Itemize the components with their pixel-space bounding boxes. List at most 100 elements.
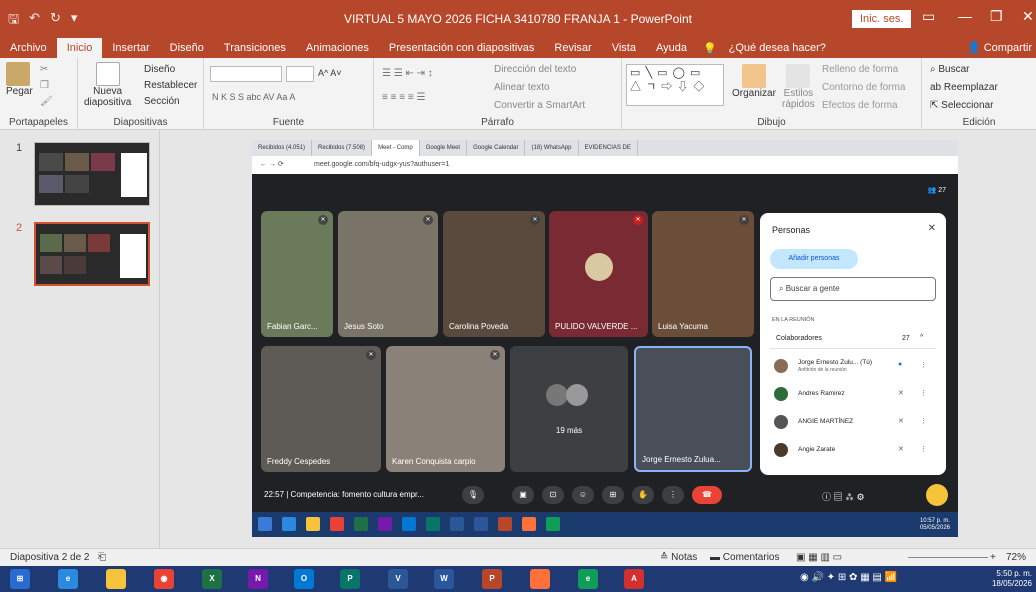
browser-tab: Recibidos (7.508) (312, 140, 373, 156)
firefox-icon[interactable] (530, 569, 550, 589)
slide-thumbnail-1[interactable] (34, 142, 150, 206)
layout-button[interactable]: Diseño (144, 64, 175, 75)
new-slide-label-1: Nueva (93, 86, 123, 97)
select-button[interactable]: ⇱ Seleccionar (930, 100, 993, 111)
share-button[interactable]: 👤 Compartir (967, 41, 1032, 54)
ie-icon[interactable]: e (58, 569, 78, 589)
mic-button[interactable]: 🎙 (462, 486, 484, 504)
avatar (585, 253, 613, 281)
activities-button[interactable] (926, 484, 948, 506)
quick-styles-button[interactable]: Estilos rápidos (782, 64, 815, 110)
paste-button[interactable]: Pegar (6, 62, 33, 97)
meeting-tools-icons[interactable]: ⓘ ▤ ⁂ ⚙ (822, 490, 865, 503)
text-direction-button[interactable]: Dirección del texto (494, 64, 576, 75)
system-tray-icons[interactable]: ◉ 🔊 ✦ ⊞ ✿ ▦ ▤ 📶 (800, 572, 897, 583)
close-icon[interactable]: ✕ (928, 223, 936, 234)
list-buttons[interactable]: ☰ ☰ ⇤ ⇥ ↕ (382, 68, 433, 79)
participant-row[interactable]: Andres Ramirez ✕ ⋮ (774, 387, 934, 403)
tab-inicio[interactable]: Inicio (56, 38, 103, 58)
tab-transiciones[interactable]: Transiciones (214, 38, 296, 58)
slide-canvas[interactable]: Recibidos (4.051) Recibidos (7.508) Meet… (252, 140, 958, 537)
font-size-box[interactable] (286, 66, 314, 82)
font-name-box[interactable] (210, 66, 282, 82)
close-icon[interactable]: ✕ (1022, 8, 1034, 25)
mic-off-icon: ✕ (898, 418, 904, 425)
outlook-icon[interactable]: O (294, 569, 314, 589)
more-icon[interactable]: ⋮ (920, 445, 927, 453)
windows-start-icon[interactable]: ⊞ (10, 569, 30, 589)
more-icon[interactable]: ⋮ (920, 417, 927, 425)
section-button[interactable]: Sección (144, 96, 180, 107)
maximize-icon[interactable]: ❐ (990, 8, 1003, 25)
publisher-icon[interactable]: P (340, 569, 360, 589)
participant-row[interactable]: Angie Zarate ✕ ⋮ (774, 443, 934, 459)
visio-icon[interactable]: V (388, 569, 408, 589)
arrange-button[interactable]: Organizar (732, 64, 776, 99)
tab-archivo[interactable]: Archivo (0, 38, 57, 58)
word-icon[interactable]: W (434, 569, 454, 589)
add-people-button[interactable]: Añadir personas (770, 249, 858, 269)
system-clock[interactable]: 5:50 p. m. 18/05/2026 (992, 569, 1032, 589)
participant-name: Karen Conquista carpio (392, 457, 476, 466)
video-tile: ✕ Luisa Yacuma (652, 211, 754, 337)
shape-fill-button[interactable]: Relleno de forma (822, 64, 898, 75)
cut-icon[interactable]: ✂ (40, 64, 48, 75)
reset-button[interactable]: Restablecer (144, 80, 197, 91)
tab-revisar[interactable]: Revisar (544, 38, 601, 58)
align-text-button[interactable]: Alinear texto (494, 82, 550, 93)
slide-thumbnail-2[interactable] (34, 222, 150, 286)
font-grow-shrink[interactable]: A^ A˅ (318, 68, 342, 78)
more-options-button[interactable]: ⋮ (662, 486, 684, 504)
tab-diseno[interactable]: Diseño (160, 38, 214, 58)
powerpoint-icon[interactable]: P (482, 569, 502, 589)
view-buttons[interactable]: ▣ ▦ ▥ ▭ (796, 552, 842, 563)
excel-icon[interactable]: X (202, 569, 222, 589)
shape-outline-button[interactable]: Contorno de forma (822, 82, 905, 93)
find-button[interactable]: ⌕ Buscar (930, 64, 970, 75)
clipboard-icon (6, 62, 30, 86)
new-slide-button[interactable]: Nueva diapositiva (84, 62, 131, 108)
zoom-in-icon[interactable]: + (990, 552, 996, 563)
captions-button[interactable]: ⊡ (542, 486, 564, 504)
folder-icon[interactable] (106, 569, 126, 589)
collaborators-header[interactable]: Colaboradores 27 ^ (770, 331, 936, 349)
tab-ayuda[interactable]: Ayuda (646, 38, 697, 58)
onenote-icon (378, 517, 392, 531)
shapes-gallery[interactable]: ▭ ╲ ▭ ◯ ▭ △ ㄱ ⇨ ⇩ ◇ (626, 64, 724, 106)
tab-vista[interactable]: Vista (602, 38, 646, 58)
ribbon-display-icon[interactable]: ▭ (922, 8, 935, 25)
chrome-icon[interactable]: ◉ (154, 569, 174, 589)
font-format-buttons[interactable]: N K S S abc AV Aa A (212, 92, 295, 102)
participant-row[interactable]: ANGIE MARTÍNEZ ✕ ⋮ (774, 415, 934, 431)
align-buttons[interactable]: ≡ ≡ ≡ ≡ ☰ (382, 92, 425, 103)
edge-icon[interactable]: e (578, 569, 598, 589)
notes-button[interactable]: ≙ Notas (660, 552, 697, 563)
acrobat-icon[interactable]: A (624, 569, 644, 589)
sign-in-button[interactable]: Inic. ses. (852, 10, 912, 28)
comments-button[interactable]: ▬ Comentarios (710, 552, 779, 563)
accessibility-icon[interactable]: ⎗ (98, 552, 106, 563)
more-icon[interactable]: ⋮ (920, 389, 927, 397)
raise-hand-button[interactable]: ✋ (632, 486, 654, 504)
convert-smartart-button[interactable]: Convertir a SmartArt (494, 100, 585, 111)
shape-effects-button[interactable]: Efectos de forma (822, 100, 898, 111)
more-participants-tile[interactable]: 19 más (510, 346, 628, 472)
more-icon[interactable]: ⋮ (920, 361, 927, 369)
zoom-slider[interactable] (908, 557, 988, 558)
copy-icon[interactable]: ❐ (40, 80, 49, 91)
format-painter-icon[interactable]: 🖌 (40, 96, 53, 107)
tab-presentacion[interactable]: Presentación con diapositivas (379, 38, 545, 58)
present-button[interactable]: ⊞ (602, 486, 624, 504)
tab-insertar[interactable]: Insertar (102, 38, 159, 58)
people-search-input[interactable]: ⌕ Buscar a gente (770, 277, 936, 301)
leave-call-button[interactable]: ☎ (692, 486, 722, 504)
onenote-icon[interactable]: N (248, 569, 268, 589)
emoji-button[interactable]: ☺ (572, 486, 594, 504)
zoom-level[interactable]: 72% (1006, 552, 1026, 563)
tab-animaciones[interactable]: Animaciones (296, 38, 379, 58)
tell-me-search[interactable]: ¿Qué desea hacer? (717, 42, 826, 54)
minimize-icon[interactable]: — (958, 8, 972, 24)
participant-row[interactable]: Jorge Ernesto Zulu... (Tú) Anfitrión de … (774, 359, 934, 375)
camera-button[interactable]: ▣ (512, 486, 534, 504)
replace-button[interactable]: ab Reemplazar (930, 82, 998, 93)
